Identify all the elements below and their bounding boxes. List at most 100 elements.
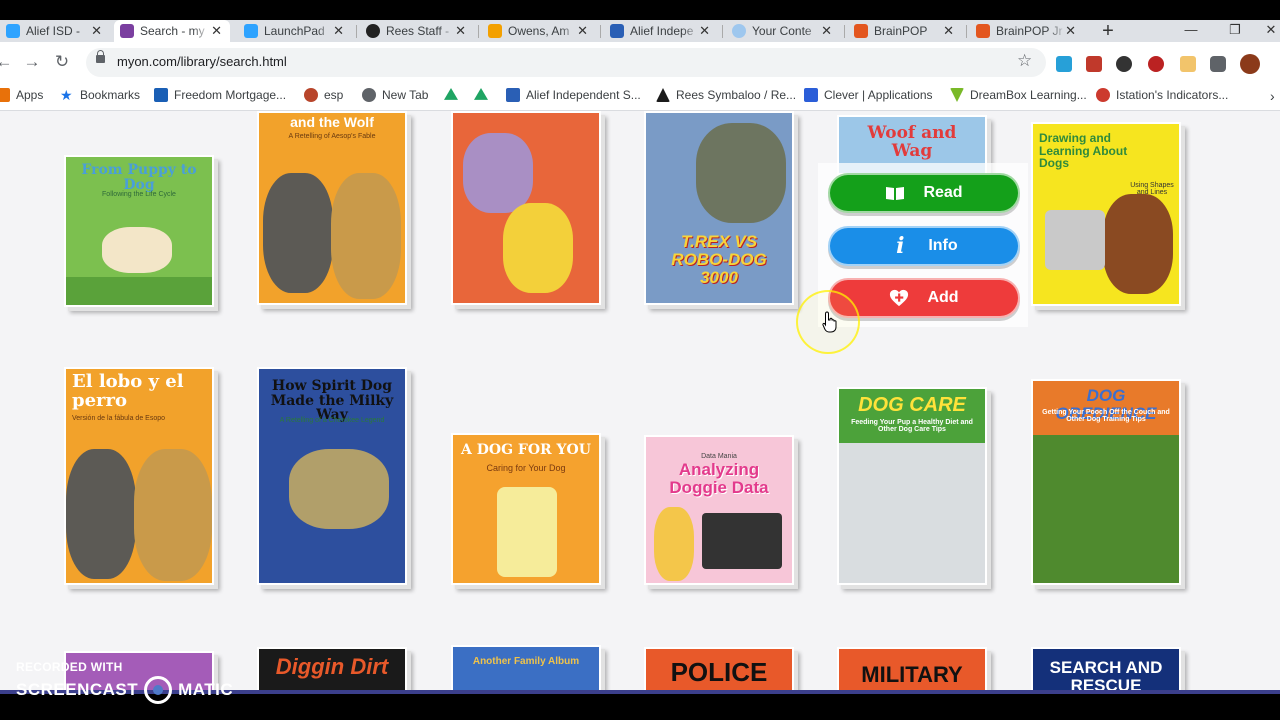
tab-title: Search - my [140, 24, 205, 38]
tab-separator [600, 25, 601, 38]
read-button[interactable]: Read [828, 173, 1020, 213]
bookmark-drive-2[interactable] [474, 88, 494, 102]
close-tab-icon[interactable]: ✕ [91, 23, 102, 39]
close-tab-icon[interactable]: ✕ [699, 23, 710, 39]
extension-cloud-icon[interactable] [1056, 56, 1072, 72]
calendar-favicon-icon [610, 24, 624, 38]
bookmark-clever[interactable]: Clever | Applications [804, 88, 933, 102]
cloud-favicon-icon [6, 24, 20, 38]
watermark-line1: RECORDED WITH [16, 660, 123, 674]
book-title: SEARCH AND RESCUE [1049, 658, 1163, 690]
close-tab-icon[interactable]: ✕ [943, 23, 954, 39]
symbaloo-icon [656, 88, 670, 102]
bookmark-label: New Tab [382, 88, 429, 102]
tab-title: LaunchPad [264, 24, 325, 38]
book-cover[interactable]: Drawing and Learning About Dogs Using Sh… [1031, 122, 1181, 306]
book-subtitle: Feeding Your Pup a Healthy Diet and Othe… [851, 419, 973, 433]
spirit-dog-illustration [289, 449, 389, 529]
book-cover[interactable]: T.REX VS ROBO-DOG 3000 [644, 111, 794, 305]
close-tab-icon[interactable]: ✕ [333, 23, 344, 39]
bookmark-apps[interactable]: Apps [0, 88, 43, 102]
bookmark-label: Istation's Indicators... [1116, 88, 1229, 102]
book-cover[interactable]: SEARCH AND RESCUE [1031, 647, 1181, 690]
tab-alief-isd[interactable]: Alief ISD - ✕ [0, 20, 110, 42]
bookmark-label: Bookmarks [80, 88, 141, 102]
tab-your-content[interactable]: Your Conte ✕ [726, 20, 840, 42]
forward-arrow-icon[interactable]: → [22, 52, 42, 72]
book-cover[interactable]: MILITARY [837, 647, 987, 690]
brainpop-favicon-icon [976, 24, 990, 38]
book-cover[interactable]: Diggin Dirt [257, 647, 407, 690]
url-text[interactable]: myon.com/library/search.html [117, 54, 287, 69]
close-tab-icon[interactable]: ✕ [1065, 23, 1076, 39]
bookmark-rees-symbaloo[interactable]: Rees Symbaloo / Re... [656, 88, 796, 102]
calendar-icon [506, 88, 520, 102]
bookmark-label: Alief Independent S... [526, 88, 641, 102]
more-bookmarks-chevron-icon[interactable]: › [1270, 88, 1275, 104]
book-cover[interactable]: POLICE [644, 647, 794, 690]
tab-title: Alief Indepe [630, 24, 694, 38]
bookmark-bookmarks[interactable]: ★ Bookmarks [60, 88, 140, 102]
address-bar[interactable]: myon.com/library/search.html ☆ [86, 48, 1046, 77]
book-cover[interactable]: Another Family Album [451, 645, 601, 690]
bookmark-dreambox[interactable]: DreamBox Learning... [950, 88, 1087, 102]
bookmark-freedom-mortgage[interactable]: Freedom Mortgage... [154, 88, 286, 102]
minimize-window-icon[interactable]: — [1176, 20, 1206, 42]
close-window-icon[interactable]: ✕ [1256, 20, 1280, 42]
profile-avatar[interactable] [1240, 54, 1260, 74]
book-cover[interactable]: From Puppy to Dog Following the Life Cyc… [64, 155, 214, 307]
tab-brainpop-jr[interactable]: BrainPOP Jr ✕ [970, 20, 1084, 42]
book-cover[interactable]: and the Wolf A Retelling of Aesop's Fabl… [257, 111, 407, 305]
extension-screencast-icon[interactable] [1116, 56, 1132, 72]
tab-separator [844, 25, 845, 38]
book-cover[interactable]: DOG CARE Feeding Your Pup a Healthy Diet… [837, 387, 987, 585]
close-tab-icon[interactable]: ✕ [211, 23, 222, 39]
close-tab-icon[interactable]: ✕ [577, 23, 588, 39]
wolf-illustration [263, 173, 333, 293]
book-cover[interactable]: A DOG FOR YOU Caring for Your Dog [451, 433, 601, 585]
globe-icon [362, 88, 376, 102]
bookmark-new-tab[interactable]: New Tab [362, 88, 428, 102]
extension-envelope-icon[interactable] [1180, 56, 1196, 72]
bookmark-star-icon[interactable]: ☆ [1017, 51, 1032, 71]
tab-rees-staff[interactable]: Rees Staff - ✕ [360, 20, 474, 42]
wolf-illustration [66, 449, 136, 579]
book-cover[interactable]: DOG OBEDIENCE Getting Your Pooch Off the… [1031, 379, 1181, 585]
content-favicon-icon [732, 24, 746, 38]
dreambox-icon [950, 88, 964, 102]
book-cover[interactable]: El lobo y el perro Versión de la fábula … [64, 367, 214, 585]
add-label: Add [927, 289, 959, 306]
book-cover[interactable]: How Spirit Dog Made the Milky Way A Rete… [257, 367, 407, 585]
close-tab-icon[interactable]: ✕ [455, 23, 466, 39]
open-book-icon [885, 184, 905, 202]
info-button[interactable]: i Info [828, 226, 1020, 266]
reload-icon[interactable]: ↻ [52, 52, 72, 72]
book-title: DOG CARE [858, 394, 966, 416]
browser-toolbar: ← → ↻ myon.com/library/search.html ☆ [0, 42, 1280, 82]
book-cover[interactable]: Data Mania Analyzing Doggie Data [644, 435, 794, 585]
tab-title: Owens, Am [508, 24, 570, 38]
book-title: Diggin Dirt [275, 654, 389, 679]
apps-grid-icon [0, 88, 10, 102]
bookmark-istation[interactable]: Istation's Indicators... [1096, 88, 1228, 102]
bookmark-alief-independent[interactable]: Alief Independent S... [506, 88, 641, 102]
tab-alief-independent[interactable]: Alief Indepe ✕ [604, 20, 718, 42]
new-tab-plus-icon[interactable]: + [1100, 20, 1116, 42]
close-tab-icon[interactable]: ✕ [821, 23, 832, 39]
restore-window-icon[interactable]: ❐ [1220, 20, 1250, 42]
tab-owens[interactable]: Owens, Am ✕ [482, 20, 596, 42]
bookmark-drive-1[interactable] [444, 88, 464, 102]
extension-grid-icon[interactable] [1086, 56, 1102, 72]
extensions-puzzle-icon[interactable] [1210, 56, 1226, 72]
tab-separator [722, 25, 723, 38]
giraffe-illustration [654, 507, 694, 581]
character-illustration [463, 133, 533, 213]
book-cover[interactable] [451, 111, 601, 305]
tab-brainpop[interactable]: BrainPOP ✕ [848, 20, 962, 42]
extension-record-icon[interactable] [1148, 56, 1164, 72]
tab-search-myon[interactable]: Search - my ✕ [114, 20, 230, 42]
book-subtitle: A Retelling of a Cherokee Legend [279, 417, 385, 424]
bookmark-esp[interactable]: esp [304, 88, 343, 102]
back-arrow-icon[interactable]: ← [0, 52, 14, 72]
tab-launchpad[interactable]: LaunchPad ✕ [238, 20, 352, 42]
